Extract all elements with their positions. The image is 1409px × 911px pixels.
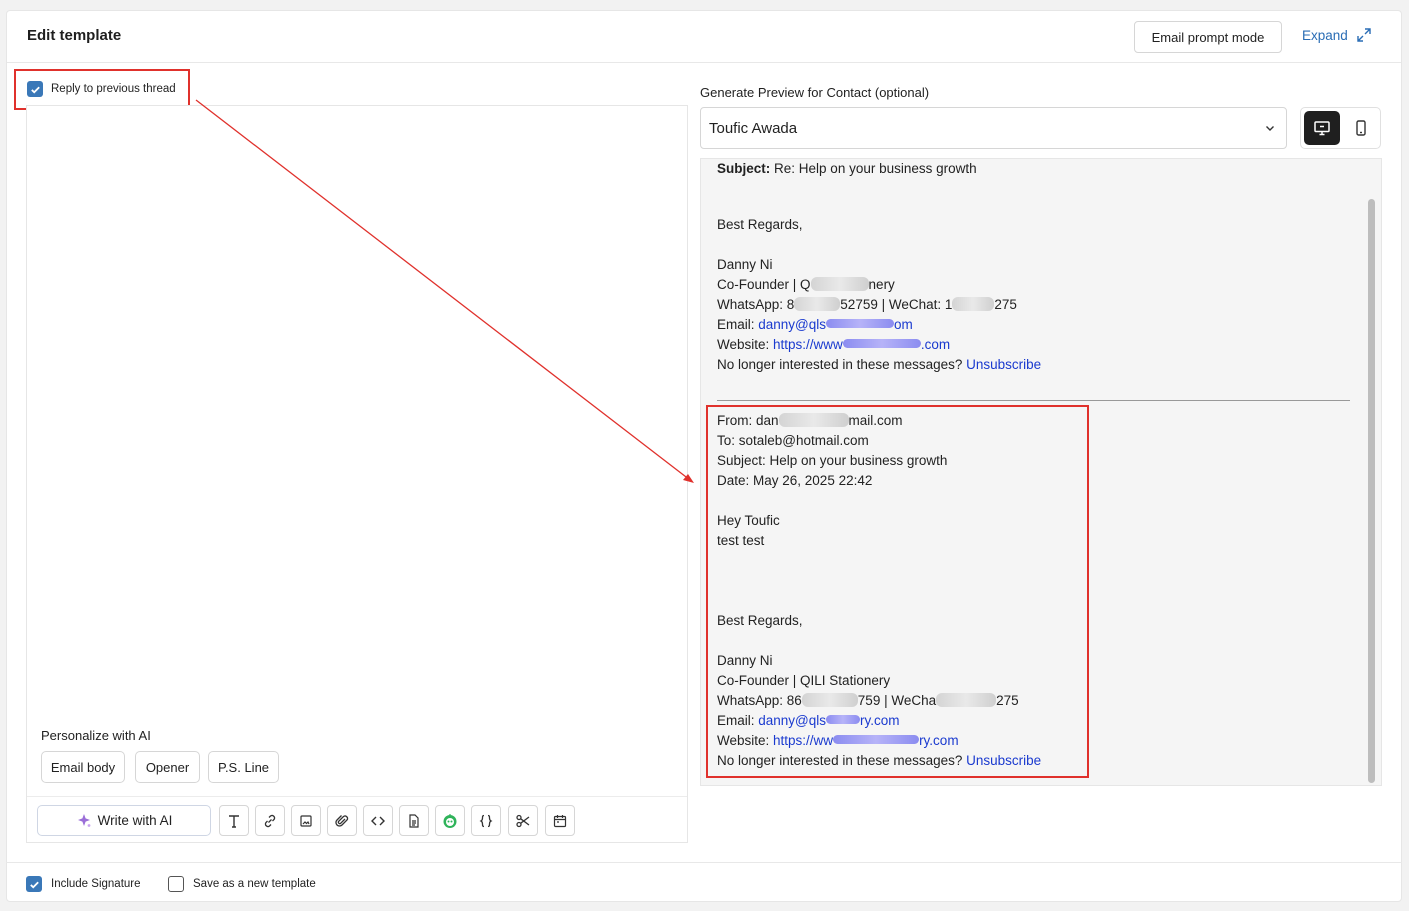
write-with-ai-button[interactable]: Write with AI — [37, 805, 211, 836]
sig-regards: Best Regards, — [717, 217, 803, 232]
write-with-ai-label: Write with AI — [97, 813, 173, 828]
annotation-box-quoted — [706, 405, 1089, 778]
sig-name: Danny Ni — [717, 257, 773, 272]
unsubscribe-link[interactable]: Unsubscribe — [966, 357, 1041, 372]
dialog-header: Edit template Email prompt mode Expand — [7, 11, 1401, 63]
include-signature-label: Include Signature — [51, 878, 141, 890]
chip-opener[interactable]: Opener — [135, 751, 200, 783]
include-signature-toggle[interactable]: Include Signature — [26, 876, 141, 892]
preview-subject: Subject: Re: Help on your business growt… — [717, 161, 977, 176]
sig-unsubscribe: No longer interested in these messages? … — [717, 357, 1042, 372]
check-icon — [29, 881, 39, 889]
sparkle-icon — [77, 813, 91, 827]
save-template-toggle[interactable]: Save as a new template — [168, 876, 316, 892]
desktop-icon — [1314, 121, 1330, 136]
variable-braces-icon[interactable] — [471, 805, 501, 836]
calendar-icon[interactable] — [545, 805, 575, 836]
sig-website: Website: https://www .com — [717, 337, 951, 352]
contact-select-value: Toufic Awada — [709, 119, 798, 137]
link-icon[interactable] — [255, 805, 285, 836]
subject-label: Subject: — [717, 161, 771, 176]
contact-select[interactable]: Toufic Awada — [700, 107, 1287, 149]
text-format-icon[interactable] — [219, 805, 249, 836]
mobile-icon — [1356, 120, 1366, 136]
preview-scrollbar[interactable] — [1368, 199, 1375, 783]
sig-email: Email: danny@qls om — [717, 317, 913, 332]
website-link[interactable]: https://www .com — [773, 337, 950, 352]
subject-value: Re: Help on your business growth — [774, 161, 977, 176]
preview-contact-label: Generate Preview for Contact (optional) — [700, 85, 930, 100]
expand-button[interactable]: Expand — [1302, 27, 1372, 43]
mobile-view-button[interactable] — [1343, 111, 1379, 145]
sig-whatsapp: WhatsApp: 8 52759 | WeChat: 1 275 — [717, 297, 1017, 312]
editor-toolbar: Write with AI — [27, 796, 687, 842]
footer-divider — [6, 862, 1402, 863]
sig-role: Co-Founder | Qnery — [717, 277, 895, 292]
scissors-icon[interactable] — [508, 805, 538, 836]
device-toggle — [1300, 107, 1381, 149]
code-icon[interactable] — [363, 805, 393, 836]
email-link[interactable]: danny@qls om — [758, 317, 913, 332]
personalize-ai-label: Personalize with AI — [41, 728, 151, 743]
image-icon[interactable] — [291, 805, 321, 836]
attachment-icon[interactable] — [327, 805, 357, 836]
page-title: Edit template — [27, 27, 122, 44]
chip-ps-line[interactable]: P.S. Line — [208, 751, 279, 783]
save-template-checkbox[interactable] — [168, 876, 184, 892]
chevron-down-icon — [1266, 126, 1274, 131]
expand-label: Expand — [1302, 27, 1348, 43]
template-editor[interactable]: Personalize with AI Email body Opener P.… — [26, 105, 688, 843]
expand-arrows-icon — [1357, 28, 1371, 42]
include-signature-checkbox[interactable] — [26, 876, 42, 892]
annotation-box-reply — [14, 69, 190, 110]
desktop-view-button[interactable] — [1304, 111, 1340, 145]
email-prompt-mode-button[interactable]: Email prompt mode — [1134, 21, 1282, 53]
document-icon[interactable] — [399, 805, 429, 836]
bot-icon[interactable] — [435, 805, 465, 836]
chip-email-body[interactable]: Email body — [41, 751, 125, 783]
save-template-label: Save as a new template — [193, 878, 316, 890]
thread-divider — [717, 400, 1350, 401]
